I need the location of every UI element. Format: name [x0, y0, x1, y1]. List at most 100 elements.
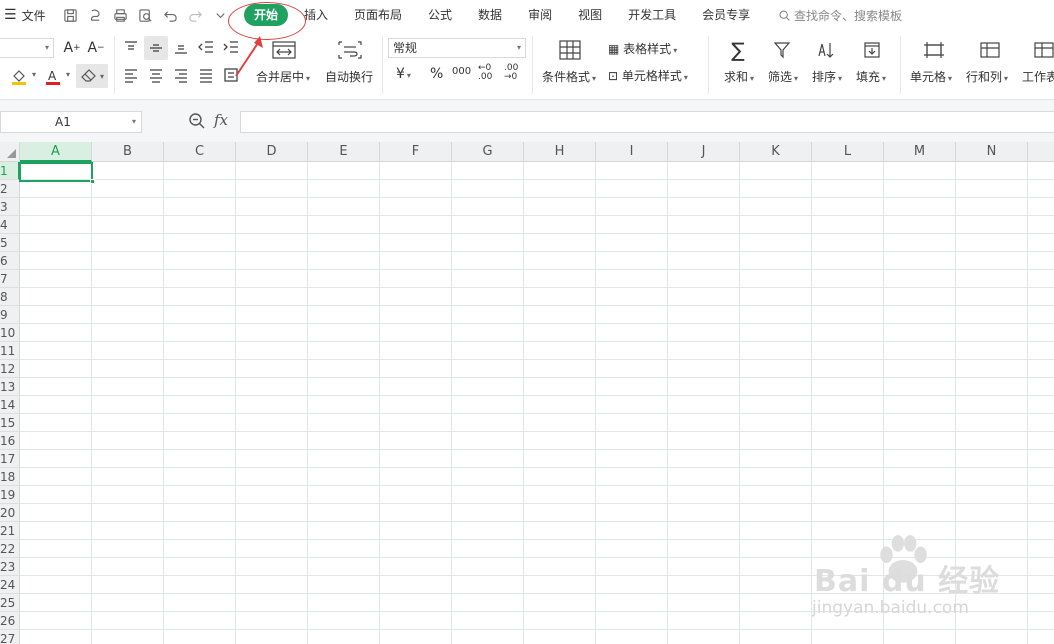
- sort-icon[interactable]: [814, 38, 838, 62]
- row-header[interactable]: 1: [0, 162, 20, 180]
- row-header[interactable]: 17: [0, 450, 20, 468]
- tab-review[interactable]: 审阅: [528, 4, 552, 26]
- row-header[interactable]: 7: [0, 270, 20, 288]
- row-header[interactable]: 8: [0, 288, 20, 306]
- column-header[interactable]: A: [20, 142, 92, 162]
- currency-button[interactable]: ¥ ▾: [396, 66, 411, 82]
- decrease-indent-icon[interactable]: [195, 36, 217, 58]
- row-header[interactable]: 11: [0, 342, 20, 360]
- column-header[interactable]: I: [596, 142, 668, 162]
- row-header[interactable]: 24: [0, 576, 20, 594]
- print-icon[interactable]: [108, 0, 133, 30]
- cell-button[interactable]: 单元格 ▾: [910, 68, 952, 85]
- print-preview-icon[interactable]: [133, 0, 158, 30]
- row-header[interactable]: 13: [0, 378, 20, 396]
- selected-cell[interactable]: [19, 162, 95, 184]
- increase-decimal-button[interactable]: ←0 .00: [478, 64, 502, 82]
- font-size-select[interactable]: ▾: [0, 38, 54, 58]
- column-header[interactable]: K: [740, 142, 812, 162]
- save-icon[interactable]: [58, 0, 83, 30]
- fill-color-dropdown-icon[interactable]: ▾: [32, 70, 36, 79]
- column-header[interactable]: F: [380, 142, 452, 162]
- tab-data[interactable]: 数据: [478, 4, 502, 26]
- align-center-icon[interactable]: [145, 64, 167, 86]
- select-all-corner[interactable]: [0, 142, 20, 162]
- tab-member[interactable]: 会员专享: [702, 4, 750, 26]
- name-box[interactable]: A1 ▾: [0, 111, 142, 133]
- align-bottom-icon[interactable]: [170, 36, 192, 58]
- conditional-format-icon[interactable]: [556, 38, 584, 62]
- align-top-icon[interactable]: [120, 36, 142, 58]
- fx-icon[interactable]: fx: [214, 111, 228, 129]
- row-header[interactable]: 14: [0, 396, 20, 414]
- row-header[interactable]: 16: [0, 432, 20, 450]
- row-header[interactable]: 18: [0, 468, 20, 486]
- table-style-button[interactable]: ▦ 表格样式 ▾: [608, 40, 677, 57]
- zoom-icon[interactable]: [188, 112, 206, 130]
- row-header[interactable]: 22: [0, 540, 20, 558]
- redo-icon[interactable]: [183, 0, 208, 30]
- wrap-text-button[interactable]: 自动换行: [325, 68, 373, 85]
- conditional-format-button[interactable]: 条件格式 ▾: [542, 68, 596, 85]
- wrap-text-icon[interactable]: [336, 38, 364, 62]
- clear-format-icon[interactable]: ▾: [76, 64, 108, 88]
- column-header[interactable]: H: [524, 142, 596, 162]
- decrease-font-icon[interactable]: A −: [86, 38, 106, 58]
- row-header[interactable]: 26: [0, 612, 20, 630]
- decrease-decimal-button[interactable]: .00 →0: [504, 64, 528, 82]
- fill-button[interactable]: 填充 ▾: [856, 68, 886, 85]
- percent-button[interactable]: %: [430, 66, 443, 82]
- row-header[interactable]: 10: [0, 324, 20, 342]
- align-right-icon[interactable]: [170, 64, 192, 86]
- column-header[interactable]: M: [884, 142, 956, 162]
- font-color-icon[interactable]: A: [42, 66, 64, 88]
- sum-icon[interactable]: ∑: [726, 38, 750, 62]
- fill-color-icon[interactable]: [8, 66, 30, 88]
- align-middle-icon[interactable]: [144, 36, 168, 60]
- tab-formulas[interactable]: 公式: [428, 4, 452, 26]
- column-header[interactable]: E: [308, 142, 380, 162]
- align-left-icon[interactable]: [120, 64, 142, 86]
- increase-font-icon[interactable]: A +: [62, 38, 82, 58]
- row-header[interactable]: 6: [0, 252, 20, 270]
- row-header[interactable]: 4: [0, 216, 20, 234]
- fill-icon[interactable]: [860, 38, 884, 62]
- worksheet-button[interactable]: 工作表: [1022, 68, 1054, 85]
- rows-columns-icon[interactable]: [976, 38, 1004, 62]
- formula-input[interactable]: [240, 111, 1054, 133]
- row-header[interactable]: 20: [0, 504, 20, 522]
- sum-button[interactable]: 求和 ▾: [724, 68, 754, 85]
- rows-columns-button[interactable]: 行和列 ▾: [966, 68, 1008, 85]
- row-header[interactable]: 27: [0, 630, 20, 644]
- row-header[interactable]: 15: [0, 414, 20, 432]
- row-header[interactable]: 12: [0, 360, 20, 378]
- row-header[interactable]: 9: [0, 306, 20, 324]
- column-header[interactable]: L: [812, 142, 884, 162]
- column-header[interactable]: J: [668, 142, 740, 162]
- row-header[interactable]: 2: [0, 180, 20, 198]
- column-header[interactable]: B: [92, 142, 164, 162]
- row-header[interactable]: 25: [0, 594, 20, 612]
- command-search[interactable]: 查找命令、搜索模板: [778, 7, 902, 24]
- number-format-select[interactable]: 常规 ▾: [388, 38, 526, 58]
- thousands-button[interactable]: 000: [452, 66, 471, 77]
- column-header[interactable]: D: [236, 142, 308, 162]
- cell-style-button[interactable]: ⊡ 单元格样式 ▾: [608, 67, 688, 84]
- tab-page-layout[interactable]: 页面布局: [354, 4, 402, 26]
- name-box-dropdown-icon[interactable]: ▾: [132, 112, 136, 132]
- fill-handle[interactable]: [90, 179, 95, 184]
- cell-icon[interactable]: [920, 38, 948, 62]
- file-menu[interactable]: ☰ 文件: [0, 7, 52, 24]
- row-header[interactable]: 21: [0, 522, 20, 540]
- tab-insert[interactable]: 插入: [304, 4, 328, 26]
- filter-icon[interactable]: [770, 38, 794, 62]
- row-header[interactable]: 5: [0, 234, 20, 252]
- worksheet-icon[interactable]: [1030, 38, 1054, 62]
- filter-button[interactable]: 筛选 ▾: [768, 68, 798, 85]
- column-header[interactable]: G: [452, 142, 524, 162]
- tab-developer[interactable]: 开发工具: [628, 4, 676, 26]
- row-header[interactable]: 19: [0, 486, 20, 504]
- export-icon[interactable]: [83, 0, 108, 30]
- row-header[interactable]: 23: [0, 558, 20, 576]
- tab-view[interactable]: 视图: [578, 4, 602, 26]
